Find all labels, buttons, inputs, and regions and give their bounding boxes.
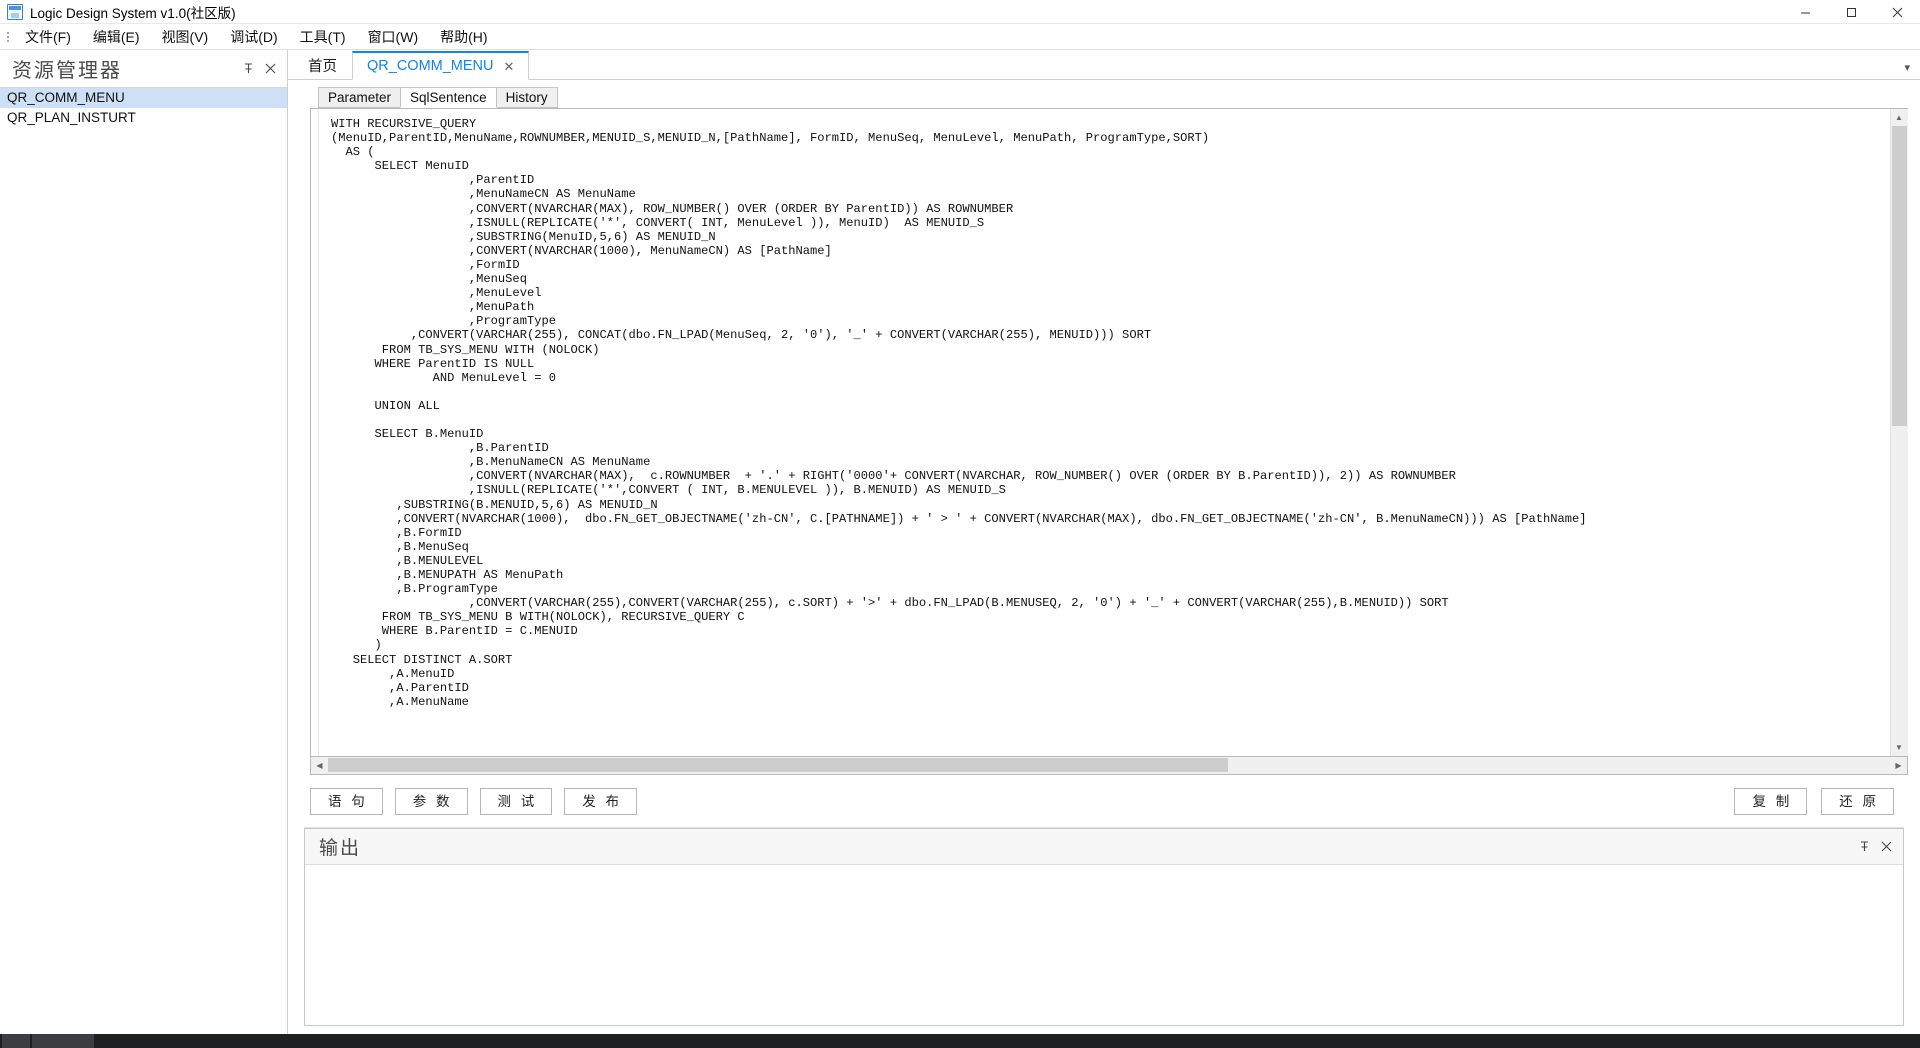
close-icon[interactable] bbox=[1874, 0, 1920, 24]
taskbar-item-1[interactable] bbox=[2, 1034, 30, 1048]
sql-editor-content[interactable]: WITH RECURSIVE_QUERY (MenuID,ParentID,Me… bbox=[319, 109, 1890, 756]
menu-bar: 文件(F) 编辑(E) 视图(V) 调试(D) 工具(T) 窗口(W) 帮助(H… bbox=[0, 24, 1920, 50]
chevron-down-icon[interactable]: ▼ bbox=[1890, 739, 1908, 756]
minimize-icon[interactable] bbox=[1782, 0, 1828, 24]
app-window-icon bbox=[7, 3, 23, 20]
editor-horizontal-scrollbar[interactable]: ◀ ▶ bbox=[310, 757, 1908, 775]
explorer-item-qr-comm-menu[interactable]: QR_COMM_MENU bbox=[0, 88, 287, 108]
publish-button[interactable]: 发 布 bbox=[564, 787, 638, 815]
tab-home[interactable]: 首页 bbox=[293, 50, 352, 79]
explorer-item-qr-plan-insturt[interactable]: QR_PLAN_INSTURT bbox=[0, 108, 287, 128]
editor-gutter bbox=[311, 109, 319, 756]
action-button-row: 语 句 参 数 测 试 发 布 复 制 还 原 bbox=[296, 775, 1912, 827]
menu-window[interactable]: 窗口(W) bbox=[357, 25, 430, 49]
tab-parameter[interactable]: Parameter bbox=[318, 87, 402, 108]
tab-sqlsentence[interactable]: SqlSentence bbox=[400, 87, 497, 108]
document-panel: Parameter SqlSentence History WITH RECUR… bbox=[288, 80, 1920, 1034]
tab-history[interactable]: History bbox=[495, 87, 558, 108]
close-icon[interactable]: ✕ bbox=[503, 60, 514, 73]
window-controls bbox=[1782, 0, 1920, 24]
chevron-down-icon[interactable]: ▾ bbox=[1904, 61, 1910, 74]
horizontal-scroll-track[interactable] bbox=[328, 757, 1890, 774]
vertical-scroll-track[interactable] bbox=[1890, 126, 1908, 739]
output-panel-header: 输出 bbox=[305, 829, 1903, 865]
application-window: Logic Design System v1.0(社区版) 文件(F) 编辑(E… bbox=[0, 0, 1920, 1048]
sql-editor[interactable]: WITH RECURSIVE_QUERY (MenuID,ParentID,Me… bbox=[310, 108, 1908, 757]
editor-tab-strip: Parameter SqlSentence History bbox=[296, 86, 1912, 108]
explorer-header: 资源管理器 bbox=[0, 50, 287, 88]
chevron-up-icon[interactable]: ▲ bbox=[1890, 109, 1908, 126]
output-panel: 输出 bbox=[304, 828, 1904, 1026]
copy-button[interactable]: 复 制 bbox=[1734, 787, 1808, 815]
menu-grip-icon[interactable] bbox=[3, 28, 12, 46]
window-title: Logic Design System v1.0(社区版) bbox=[30, 5, 236, 21]
horizontal-scroll-thumb[interactable] bbox=[328, 758, 1228, 772]
close-icon[interactable] bbox=[259, 58, 281, 80]
tab-home-label: 首页 bbox=[308, 58, 337, 75]
taskbar-item-2[interactable] bbox=[32, 1034, 94, 1048]
menu-file[interactable]: 文件(F) bbox=[14, 25, 82, 49]
explorer-title: 资源管理器 bbox=[12, 60, 122, 82]
menu-help[interactable]: 帮助(H) bbox=[429, 25, 498, 49]
vertical-scroll-thumb[interactable] bbox=[1891, 126, 1907, 426]
output-content[interactable] bbox=[305, 865, 1903, 1025]
restore-button[interactable]: 还 原 bbox=[1821, 787, 1894, 815]
menu-debug[interactable]: 调试(D) bbox=[219, 25, 288, 49]
sql-text: WITH RECURSIVE_QUERY (MenuID,ParentID,Me… bbox=[331, 117, 1587, 709]
parameter-button[interactable]: 参 数 bbox=[394, 787, 468, 815]
tab-qr-comm-menu[interactable]: QR_COMM_MENU ✕ bbox=[352, 51, 530, 80]
editor-vertical-scrollbar[interactable]: ▲ ▼ bbox=[1890, 109, 1908, 756]
chevron-left-icon[interactable]: ◀ bbox=[311, 757, 328, 773]
menu-edit[interactable]: 编辑(E) bbox=[82, 25, 151, 49]
menu-tools[interactable]: 工具(T) bbox=[289, 25, 357, 49]
statement-button[interactable]: 语 句 bbox=[310, 787, 383, 815]
menu-view[interactable]: 视图(V) bbox=[151, 25, 220, 49]
test-button[interactable]: 测 试 bbox=[479, 787, 553, 815]
document-tab-strip: 首页 QR_COMM_MENU ✕ ▾ bbox=[288, 50, 1920, 80]
main-area: 首页 QR_COMM_MENU ✕ ▾ Parameter SqlSentenc… bbox=[288, 50, 1920, 1034]
output-title: 输出 bbox=[319, 838, 362, 859]
pin-icon[interactable] bbox=[1853, 836, 1875, 858]
chevron-right-icon[interactable]: ▶ bbox=[1890, 757, 1907, 773]
body-area: 资源管理器 QR_COMM_MENU QR_PLAN_INSTURT 首页 QR… bbox=[0, 50, 1920, 1034]
title-bar: Logic Design System v1.0(社区版) bbox=[0, 0, 1920, 24]
close-icon[interactable] bbox=[1875, 836, 1897, 858]
os-taskbar bbox=[0, 1034, 1920, 1048]
explorer-tree[interactable]: QR_COMM_MENU QR_PLAN_INSTURT bbox=[0, 88, 287, 1034]
maximize-icon[interactable] bbox=[1828, 0, 1874, 24]
pin-icon[interactable] bbox=[237, 58, 259, 80]
resource-explorer-panel: 资源管理器 QR_COMM_MENU QR_PLAN_INSTURT bbox=[0, 50, 288, 1034]
tab-qr-comm-menu-label: QR_COMM_MENU bbox=[367, 58, 494, 74]
